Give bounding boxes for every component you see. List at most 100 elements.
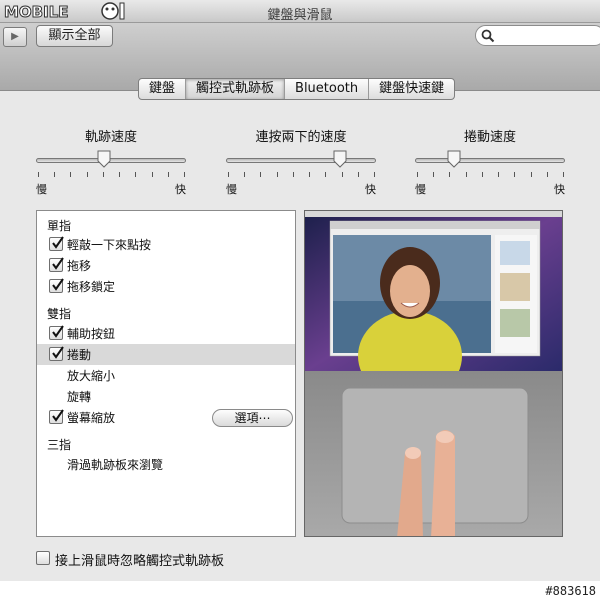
dragging-label: 拖移	[67, 259, 92, 273]
slider-tick	[374, 172, 375, 177]
double-click-speed-label: 連按兩下的速度	[255, 130, 347, 145]
slider-tick	[292, 172, 294, 177]
tracking-speed-min-label: 慢	[36, 183, 47, 196]
slider-tick	[449, 172, 451, 177]
search-icon	[481, 29, 495, 43]
checkmark-icon	[52, 278, 64, 291]
checkmark-icon	[52, 346, 64, 359]
tracking-speed-max-label: 快	[175, 183, 186, 196]
slider-tick	[325, 172, 327, 177]
double-click-speed-ticks	[228, 172, 375, 178]
tab-trackpad[interactable]: 觸控式軌跡板	[186, 79, 286, 99]
option-drag-lock[interactable]: 拖移鎖定	[37, 276, 295, 297]
slider-tick	[38, 172, 39, 177]
option-secondary-click[interactable]: 輔助按鈕	[37, 323, 295, 344]
scroll-checkbox[interactable]	[49, 346, 64, 361]
preference-pane: 鍵盤 觸控式軌跡板 Bluetooth 鍵盤快速鍵 軌跡速度 慢 快 連按兩下的…	[0, 78, 600, 581]
checkmark-icon	[52, 257, 64, 270]
scroll-speed-slider-group: 捲動速度 慢 快	[415, 126, 565, 196]
option-scroll[interactable]: 捲動	[37, 344, 295, 365]
double-click-speed-slider-group: 連按兩下的速度 慢 快	[226, 126, 376, 196]
rotate-label: 旋轉	[67, 390, 92, 404]
drag-lock-checkbox[interactable]	[49, 278, 64, 293]
gesture-preview-video	[304, 210, 563, 537]
slider-tick	[228, 172, 229, 177]
secondary-click-checkbox[interactable]	[49, 325, 64, 340]
slider-tick	[54, 172, 56, 177]
scroll-speed-knob[interactable]	[447, 150, 461, 168]
watermark-footer: #883618	[0, 581, 600, 602]
dragging-checkbox[interactable]	[49, 257, 64, 272]
window-titlebar: MOBILE 鍵盤與滑鼠	[0, 0, 600, 23]
slider-tick	[260, 172, 262, 177]
show-all-button[interactable]: 顯示全部	[36, 25, 113, 47]
tap-to-click-checkbox[interactable]	[49, 236, 64, 251]
checkmark-icon	[52, 236, 64, 249]
slider-tick	[514, 172, 516, 177]
scroll-speed-min-label: 慢	[415, 183, 426, 196]
slider-tick	[184, 172, 185, 177]
gesture-preview-image	[305, 211, 562, 536]
drag-lock-label: 拖移鎖定	[67, 280, 116, 294]
option-rotate[interactable]: 旋轉	[37, 386, 295, 407]
slider-tick	[341, 172, 343, 177]
option-tap-to-click[interactable]: 輕敲一下來點按	[37, 234, 295, 255]
tab-bluetooth[interactable]: Bluetooth	[285, 79, 370, 99]
slider-tick	[276, 172, 278, 177]
screen-zoom-options-button[interactable]: 選項⋯	[212, 409, 293, 427]
tracking-speed-slider-group: 軌跡速度 慢 快	[36, 126, 186, 196]
slider-tick	[151, 172, 153, 177]
slider-tick	[167, 172, 169, 177]
scroll-speed-label: 捲動速度	[463, 130, 516, 145]
slider-tick	[357, 172, 359, 177]
tracking-speed-label: 軌跡速度	[84, 130, 137, 145]
window-title: 鍵盤與滑鼠	[267, 8, 333, 23]
ignore-trackpad-checkbox[interactable]	[36, 551, 50, 565]
gesture-options-list: 單指 輕敲一下來點按 拖移 拖移鎖定 雙指 輔助按鈕 捲動 放大縮小 旋轉 螢幕…	[36, 210, 296, 537]
slider-tick	[119, 172, 121, 177]
screen-zoom-label: 螢幕縮放	[67, 411, 116, 425]
slider-tick	[530, 172, 532, 177]
option-zoom[interactable]: 放大縮小	[37, 365, 295, 386]
scroll-speed-track[interactable]	[415, 158, 565, 163]
tracking-speed-knob[interactable]	[97, 150, 111, 168]
option-screen-zoom[interactable]: 螢幕縮放 選項⋯	[37, 407, 295, 428]
search-field[interactable]	[475, 25, 600, 46]
one-finger-heading: 單指	[47, 219, 72, 233]
option-dragging[interactable]: 拖移	[37, 255, 295, 276]
post-id: #883618	[545, 584, 596, 598]
slider-tick	[481, 172, 483, 177]
slider-tick	[498, 172, 500, 177]
slider-tick	[309, 172, 311, 177]
slider-tick	[465, 172, 467, 177]
forward-button[interactable]: ▶	[3, 27, 27, 47]
slider-tick	[563, 172, 564, 177]
slider-tick	[546, 172, 548, 177]
double-click-speed-track[interactable]	[226, 158, 376, 163]
scroll-speed-max-label: 快	[554, 183, 565, 196]
slider-tick	[135, 172, 137, 177]
slider-tick	[86, 172, 88, 177]
tab-bar: 鍵盤 觸控式軌跡板 Bluetooth 鍵盤快速鍵	[138, 78, 456, 100]
play-icon: ▶	[11, 31, 19, 42]
double-click-speed-max-label: 快	[365, 183, 376, 196]
search-input[interactable]	[498, 28, 598, 43]
ignore-trackpad-label: 接上滑鼠時忽略觸控式軌跡板	[55, 554, 225, 569]
checkmark-icon	[52, 325, 64, 338]
double-click-speed-min-label: 慢	[226, 183, 237, 196]
option-swipe-to-navigate[interactable]: 滑過軌跡板來瀏覽	[37, 454, 295, 475]
zoom-label: 放大縮小	[67, 369, 116, 383]
scroll-speed-ticks	[417, 172, 564, 178]
scroll-label: 捲動	[67, 348, 92, 362]
slider-tick	[102, 172, 104, 177]
tracking-speed-ticks	[38, 172, 185, 178]
tab-keyboard-shortcuts[interactable]: 鍵盤快速鍵	[369, 79, 454, 99]
tab-keyboard[interactable]: 鍵盤	[139, 79, 187, 99]
tracking-speed-track[interactable]	[36, 158, 186, 163]
double-click-speed-knob[interactable]	[333, 150, 347, 168]
slider-tick	[433, 172, 435, 177]
screen-zoom-checkbox[interactable]	[49, 409, 64, 424]
slider-tick	[417, 172, 418, 177]
checkmark-icon	[52, 409, 64, 422]
secondary-click-label: 輔助按鈕	[67, 327, 116, 341]
